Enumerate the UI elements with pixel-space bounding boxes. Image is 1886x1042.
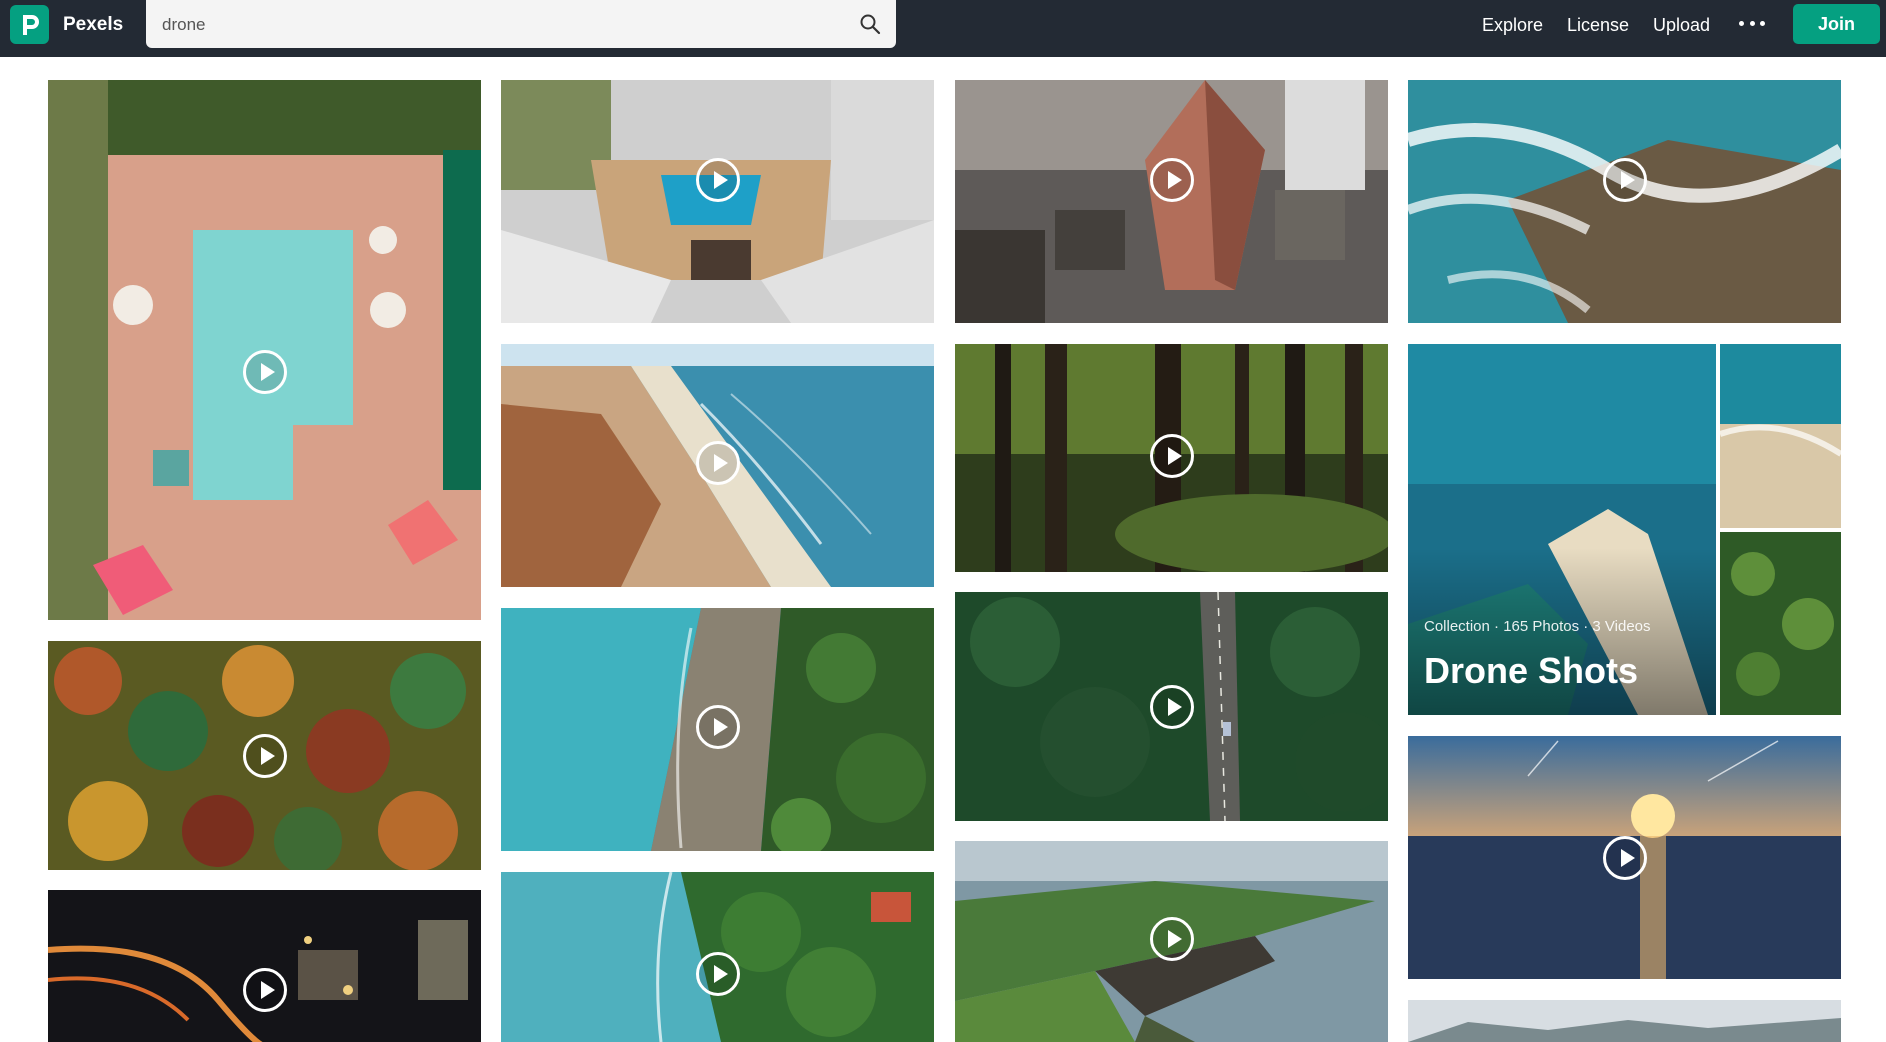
search-icon[interactable]: [856, 10, 884, 38]
join-button[interactable]: Join: [1793, 4, 1880, 44]
search-bar: [146, 0, 896, 48]
video-tile-autumn-forest[interactable]: [48, 641, 481, 870]
video-tile-skyscraper[interactable]: [955, 80, 1388, 323]
video-tile-tower-pool[interactable]: [501, 80, 934, 323]
video-tile-sea-cliffs[interactable]: [955, 841, 1388, 1042]
play-icon: [695, 952, 740, 996]
play-icon: [695, 705, 740, 750]
collection-title: Drone Shots: [1424, 650, 1639, 691]
video-tile-partial[interactable]: [1408, 1000, 1841, 1042]
video-tile-hotel-pool[interactable]: [48, 80, 481, 620]
video-tile-forest-road[interactable]: [955, 592, 1388, 821]
play-icon: [1149, 684, 1194, 729]
collection-card-drone-shots[interactable]: Collection · 165 Photos · 3 Videos Drone…: [1408, 344, 1841, 715]
video-tile-city-night[interactable]: [48, 890, 481, 1042]
brand-name[interactable]: Pexels: [63, 13, 123, 37]
play-icon: [1602, 835, 1647, 880]
nav-license[interactable]: License: [1567, 14, 1629, 36]
video-tile-coastline-dunes[interactable]: [501, 344, 934, 587]
collection-meta: Collection · 165 Photos · 3 Videos: [1424, 618, 1651, 635]
play-icon: [242, 349, 287, 394]
video-tile-redwood-forest[interactable]: [955, 344, 1388, 572]
video-tile-ocean-waves[interactable]: [1408, 80, 1841, 323]
more-horizontal-icon[interactable]: [1739, 12, 1765, 34]
nav-upload[interactable]: Upload: [1653, 14, 1710, 36]
tile-thumbnail: [1408, 1000, 1841, 1042]
play-icon: [695, 441, 740, 486]
tile-thumbnail: [48, 890, 481, 1042]
search-input[interactable]: [162, 12, 842, 38]
play-icon: [242, 968, 287, 1013]
play-icon: [1149, 433, 1194, 478]
play-icon: [1602, 157, 1647, 202]
nav-explore[interactable]: Explore: [1482, 14, 1543, 36]
play-icon: [242, 733, 287, 778]
video-tile-tropical-coast[interactable]: [501, 872, 934, 1042]
play-icon: [1149, 917, 1194, 962]
play-icon: [1149, 157, 1194, 202]
play-icon: [695, 157, 740, 202]
top-navigation-bar: Pexels Explore License Upload Join: [0, 0, 1886, 57]
video-tile-sunset-sea[interactable]: [1408, 736, 1841, 979]
pexels-logo-icon[interactable]: [10, 5, 49, 44]
video-tile-rocky-shore[interactable]: [501, 608, 934, 851]
